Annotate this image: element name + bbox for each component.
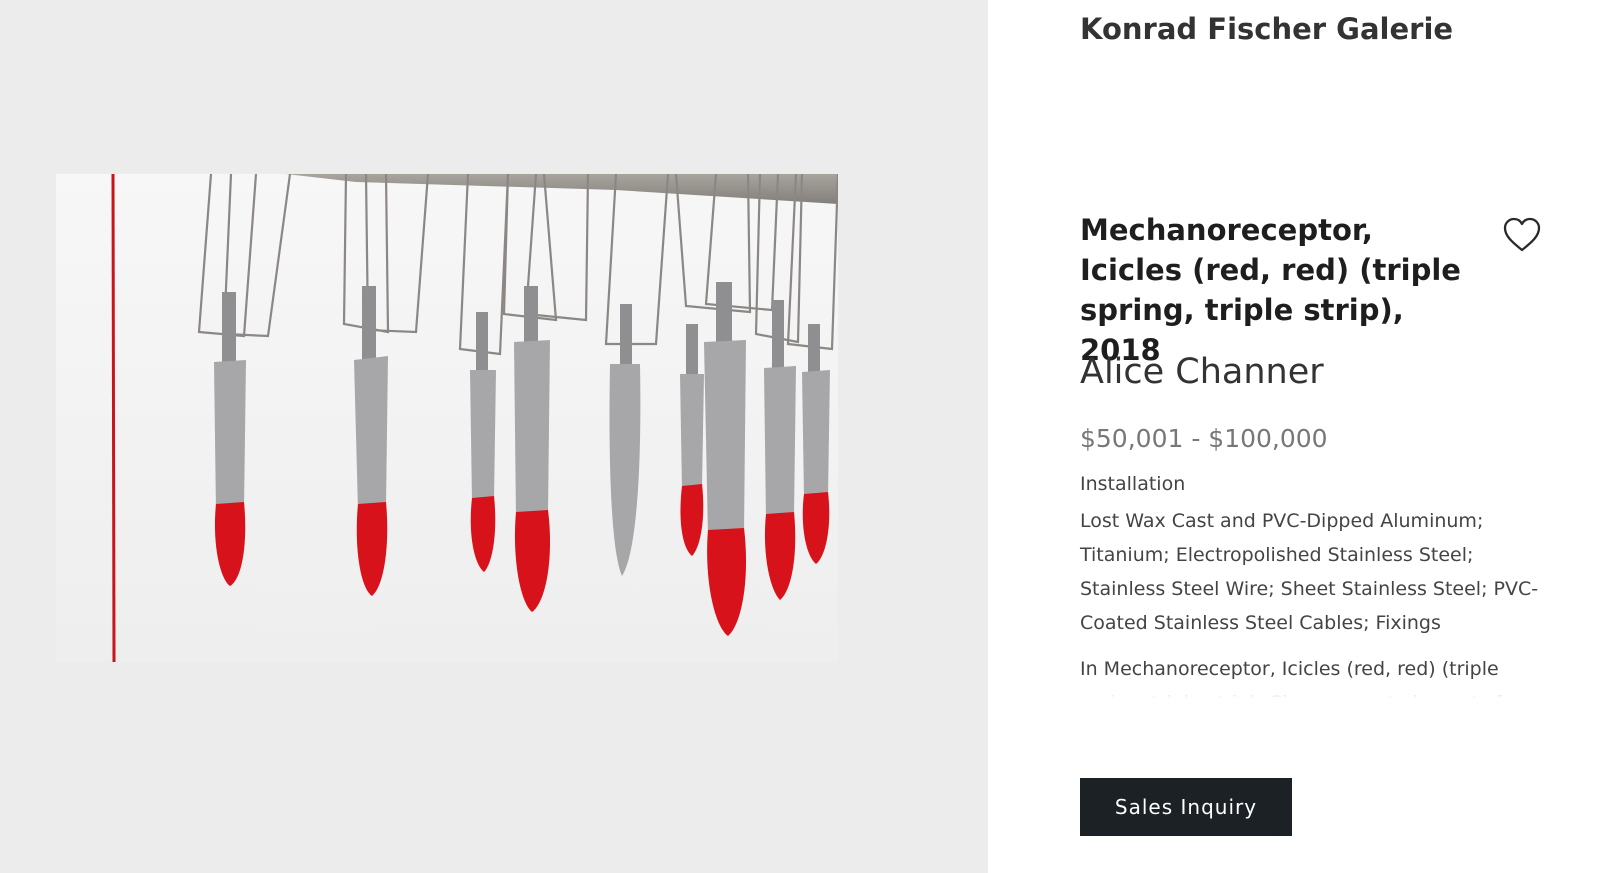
artist-name-link[interactable]: Alice Channer: [1080, 352, 1324, 392]
artwork-viewer: [0, 0, 988, 873]
heart-outline-icon: [1503, 217, 1541, 252]
favorite-button[interactable]: [1502, 216, 1542, 254]
artwork-title: Mechanoreceptor, Icicles (red, red) (tri…: [1080, 213, 1461, 367]
description-fade: [1080, 680, 1540, 698]
artwork-details-panel: Konrad Fischer Galerie Mechanoreceptor, …: [988, 0, 1600, 873]
artwork-category: Installation: [1080, 473, 1186, 495]
artwork-description-truncated: In Mechanoreceptor, Icicles (red, red) (…: [1080, 652, 1540, 698]
artwork-image[interactable]: [56, 174, 838, 662]
sales-inquiry-button[interactable]: Sales Inquiry: [1080, 778, 1292, 836]
price-range: $50,001 - $100,000: [1080, 424, 1328, 453]
artwork-materials: Lost Wax Cast and PVC-Dipped Aluminum; T…: [1080, 510, 1539, 634]
gallery-name-link[interactable]: Konrad Fischer Galerie: [1080, 12, 1453, 46]
